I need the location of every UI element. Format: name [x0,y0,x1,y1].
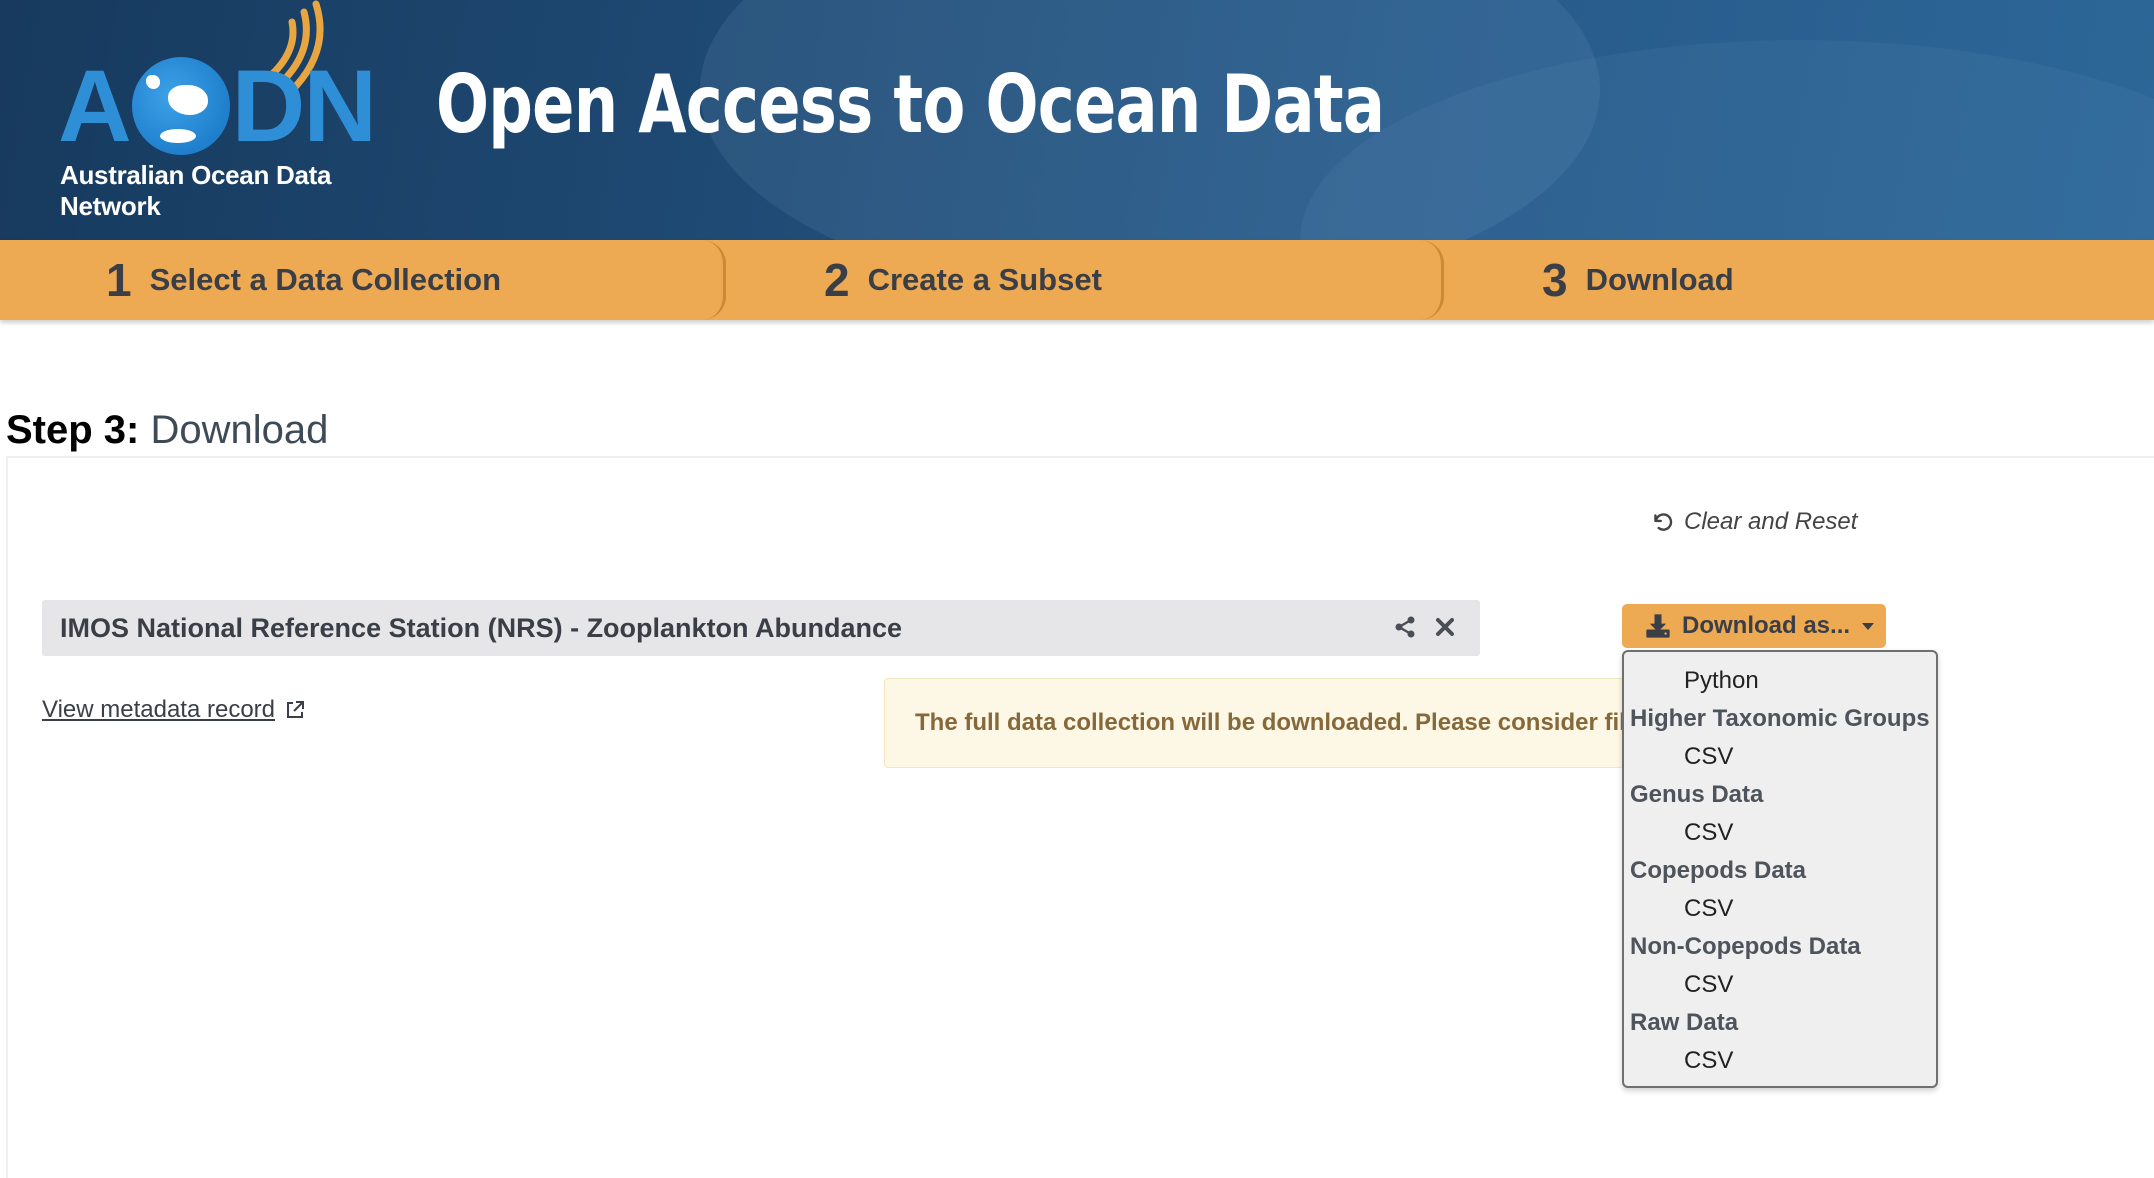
clear-reset-link[interactable]: Clear and Reset [1650,508,1857,536]
step-number: 3 [1542,254,1568,306]
step-number: 2 [824,254,850,306]
menu-group-non-copepods: Non-Copepods Data [1630,933,1861,960]
site-header: A DN Australian Ocean Data Network Open … [0,0,2154,240]
menu-item-csv[interactable]: CSV [1624,966,1936,1004]
step-number: 1 [106,254,132,306]
page-title-step: Step 3: [6,408,140,452]
close-icon[interactable] [1432,614,1458,640]
clear-reset-label: Clear and Reset [1684,508,1858,535]
download-icon [1646,614,1670,638]
page-title: Step 3: Download [6,408,328,453]
aodn-logo[interactable]: A DN Australian Ocean Data Network [58,0,418,221]
view-metadata-label: View metadata record [42,696,276,723]
menu-group-genus: Genus Data [1630,781,1764,808]
globe-logo-icon [131,57,230,155]
menu-group-higher-taxonomic: Higher Taxonomic Groups [1630,705,1930,732]
step-label: Select a Data Collection [149,262,502,297]
menu-group-copepods: Copepods Data [1630,857,1807,884]
menu-item-python[interactable]: Python [1624,662,1936,700]
menu-item-csv[interactable]: CSV [1624,814,1936,852]
download-as-button[interactable]: Download as... [1622,604,1886,648]
page-title-name: Download [150,408,329,452]
share-icon[interactable] [1392,614,1418,640]
logo-subtitle: Australian Ocean Data Network [60,160,332,221]
collection-header: IMOS National Reference Station (NRS) - … [42,600,1480,656]
step-label: Download [1585,262,1734,297]
download-as-label: Download as... [1682,612,1851,639]
steps-navigation: 1 Select a Data Collection 2 Create a Su… [0,240,2154,320]
warning-text: The full data collection will be downloa… [915,709,1643,736]
step-2-tab[interactable]: 2 Create a Subset [718,240,1444,320]
menu-item-csv[interactable]: CSV [1624,890,1936,928]
logo-letters-dn: DN [231,49,377,163]
logo-wordmark: A DN [58,49,377,163]
logo-letter-a: A [58,49,132,163]
site-title: Open Access to Ocean Data [436,58,1385,151]
caret-down-icon [1862,622,1875,630]
download-format-menu: Python Higher Taxonomic Groups CSV Genus… [1622,650,1938,1088]
menu-item-csv[interactable]: CSV [1624,1042,1936,1080]
external-link-icon [287,701,305,718]
step-3-tab[interactable]: 3 Download [1436,240,2154,320]
collection-title: IMOS National Reference Station (NRS) - … [60,612,903,643]
step-1-tab[interactable]: 1 Select a Data Collection [0,240,726,320]
menu-group-raw-data: Raw Data [1630,1009,1739,1036]
collection-actions [1392,614,1458,640]
menu-item-csv[interactable]: CSV [1624,738,1936,776]
full-download-warning: The full data collection will be downloa… [884,678,1644,768]
step-label: Create a Subset [867,262,1102,297]
view-metadata-link[interactable]: View metadata record [42,696,307,724]
undo-icon [1654,513,1673,531]
